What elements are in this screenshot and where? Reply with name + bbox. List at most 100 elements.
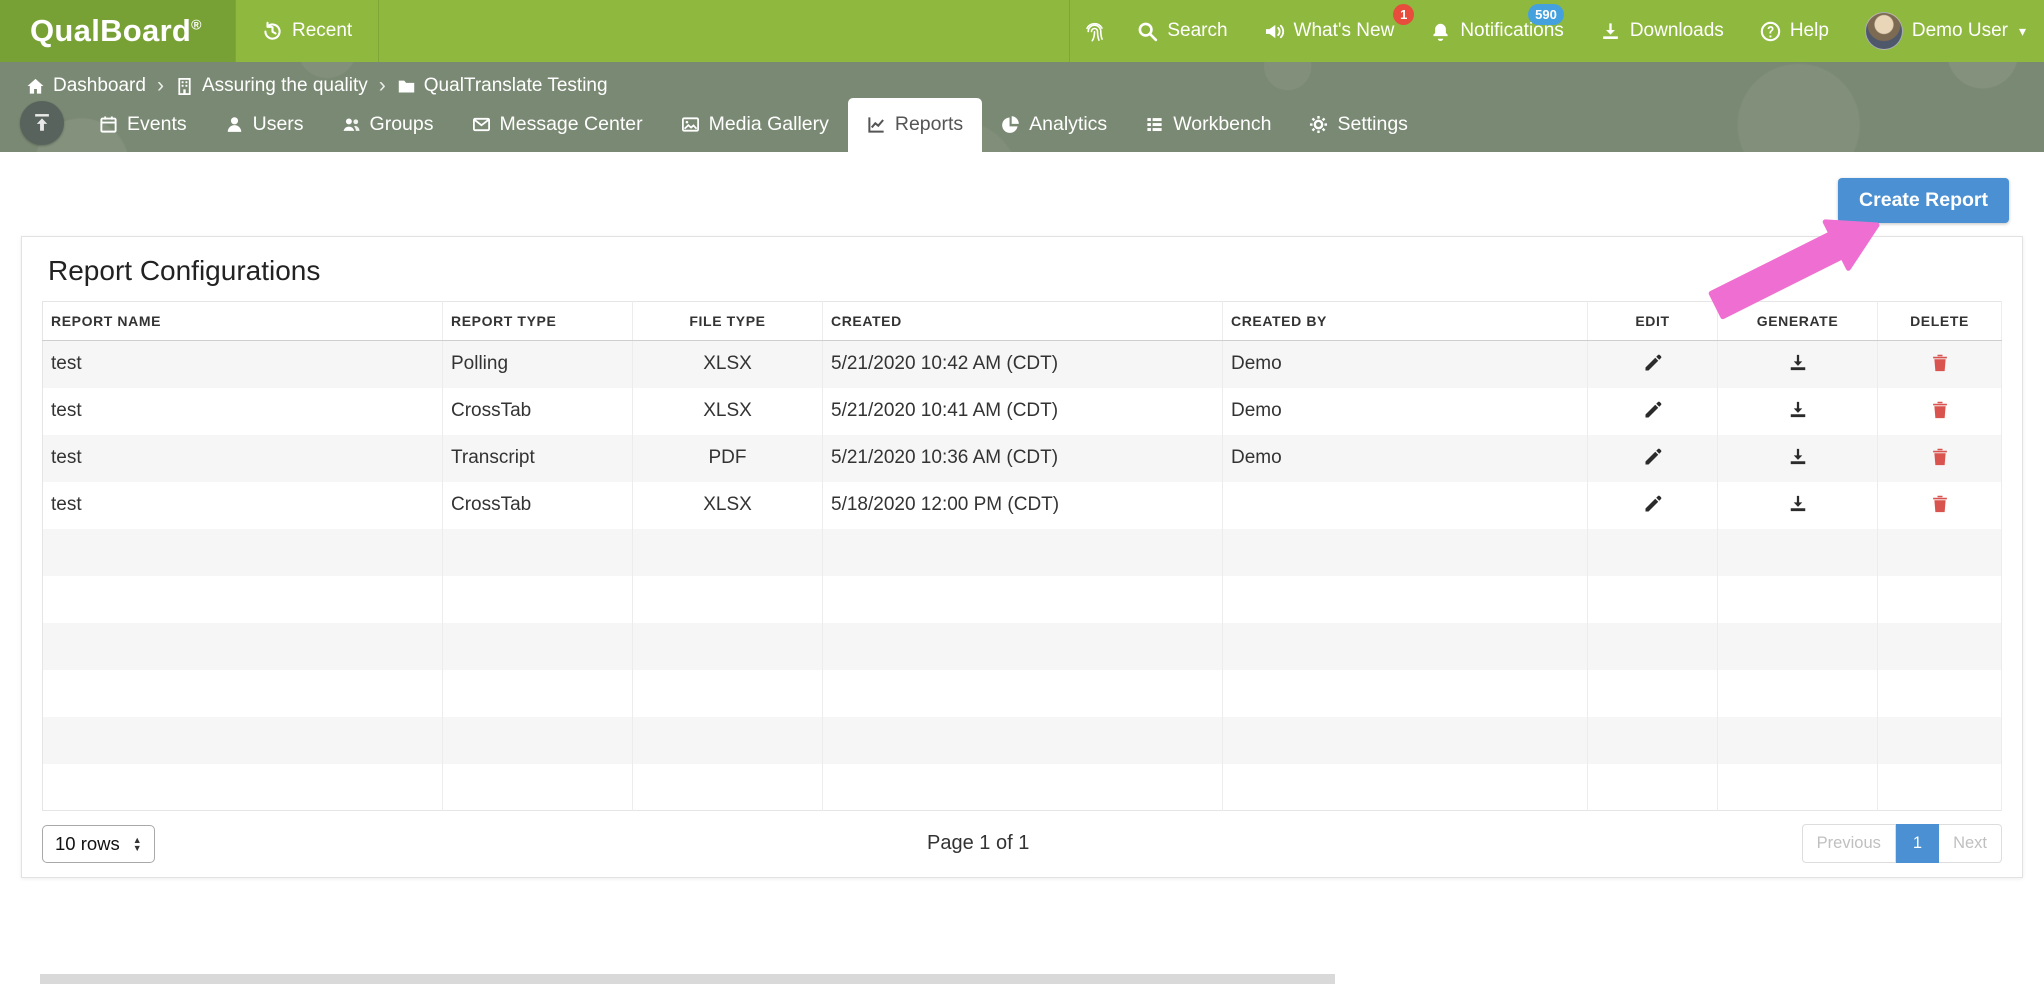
page-1-button[interactable]: 1: [1895, 824, 1940, 863]
download-icon: [1600, 21, 1621, 42]
edit-button[interactable]: [1637, 396, 1669, 424]
delete-button[interactable]: [1924, 490, 1956, 518]
breadcrumb-separator: ›: [156, 74, 164, 97]
tab-label: Media Gallery: [708, 113, 829, 135]
top-navigation-bar: QualBoard® Recent Search What's New 1 No…: [0, 0, 2044, 62]
col-report-type: REPORT TYPE: [442, 301, 633, 341]
breadcrumb-dashboard[interactable]: Dashboard: [26, 75, 146, 97]
whats-new-label: What's New: [1293, 20, 1395, 41]
qualboard-logo[interactable]: QualBoard®: [0, 0, 235, 62]
cell-report-type: Transcript: [442, 434, 633, 482]
tab-label: Settings: [1337, 113, 1408, 135]
main-content: Create Report Report Configurations REPO…: [0, 152, 2044, 984]
tab-message-center[interactable]: Message Center: [453, 98, 662, 152]
tab-events[interactable]: Events: [80, 98, 206, 152]
up-level-button[interactable]: [20, 101, 64, 145]
empty-table-row: [42, 528, 2002, 576]
edit-button[interactable]: [1637, 349, 1669, 377]
avatar: [1864, 12, 1903, 50]
question-circle-icon: [1760, 21, 1781, 42]
list-icon: [1145, 115, 1164, 134]
tab-reports[interactable]: Reports: [847, 98, 983, 152]
cell-created-by: [1222, 481, 1588, 529]
search-label: Search: [1167, 20, 1228, 41]
fingerprint-icon: [1084, 21, 1105, 42]
breadcrumb-separator: ›: [378, 74, 386, 97]
logo-text: QualBoard®: [30, 13, 202, 49]
cell-report-type: CrossTab: [442, 481, 633, 529]
help-label: Help: [1789, 20, 1829, 41]
history-icon: [262, 21, 283, 42]
fingerprint-button[interactable]: [1069, 0, 1119, 62]
cell-created: 5/18/2020 12:00 PM (CDT): [822, 481, 1223, 529]
breadcrumb-label: Dashboard: [53, 75, 146, 96]
whats-new-badge: 1: [1393, 4, 1415, 25]
downloads-button[interactable]: Downloads: [1582, 0, 1742, 62]
generate-download-button[interactable]: [1782, 396, 1814, 424]
create-report-button[interactable]: Create Report: [1838, 178, 2009, 223]
home-icon: [26, 77, 45, 96]
tab-workbench[interactable]: Workbench: [1126, 98, 1290, 152]
col-created-by: CREATED BY: [1222, 301, 1588, 341]
empty-table-row: [42, 622, 2002, 670]
tab-settings[interactable]: Settings: [1290, 98, 1426, 152]
cell-report-name: test: [42, 434, 443, 482]
table-row: test Transcript PDF 5/21/2020 10:36 AM (…: [42, 434, 2002, 482]
downloads-label: Downloads: [1629, 20, 1724, 41]
subheader: Dashboard › Assuring the quality › QualT…: [0, 62, 2044, 152]
generate-download-button[interactable]: [1782, 490, 1814, 518]
tab-media-gallery[interactable]: Media Gallery: [662, 98, 848, 152]
recent-label: Recent: [292, 20, 353, 41]
tab-analytics[interactable]: Analytics: [982, 98, 1126, 152]
building-icon: [175, 77, 194, 96]
recent-button[interactable]: Recent: [235, 0, 380, 62]
col-generate: GENERATE: [1717, 301, 1878, 341]
tab-label: Reports: [894, 113, 964, 135]
report-table: REPORT NAME REPORT TYPE FILE TYPE CREATE…: [42, 301, 2002, 811]
previous-page-button[interactable]: Previous: [1801, 824, 1896, 863]
chevron-down-icon: ▾: [2018, 22, 2026, 39]
whats-new-button[interactable]: What's New 1: [1246, 0, 1415, 62]
cell-file-type: XLSX: [632, 340, 823, 388]
envelope-icon: [472, 115, 491, 134]
generate-download-button[interactable]: [1782, 443, 1814, 471]
col-created: CREATED: [822, 301, 1223, 341]
pie-chart-icon: [1001, 115, 1020, 134]
calendar-icon: [99, 115, 118, 134]
user-menu[interactable]: Demo User ▾: [1847, 0, 2044, 62]
edit-button[interactable]: [1637, 443, 1669, 471]
tab-groups[interactable]: Groups: [323, 98, 453, 152]
delete-button[interactable]: [1924, 349, 1956, 377]
tab-users[interactable]: Users: [206, 98, 323, 152]
notifications-button[interactable]: Notifications 590: [1412, 0, 1582, 62]
next-page-button[interactable]: Next: [1939, 824, 2002, 863]
table-row: test CrossTab XLSX 5/18/2020 12:00 PM (C…: [42, 481, 2002, 529]
help-button[interactable]: Help: [1742, 0, 1847, 62]
cell-report-name: test: [42, 481, 443, 529]
cell-created-by: Demo: [1222, 434, 1588, 482]
breadcrumb-current[interactable]: QualTranslate Testing: [397, 75, 608, 97]
select-stepper-icon: ▲ ▼: [132, 834, 142, 853]
notifications-badge: 590: [1528, 4, 1564, 25]
col-edit: EDIT: [1587, 301, 1718, 341]
megaphone-icon: [1264, 21, 1285, 42]
user-name: Demo User: [1911, 20, 2008, 41]
tab-label: Users: [252, 113, 304, 135]
empty-table-row: [42, 716, 2002, 764]
delete-button[interactable]: [1924, 443, 1956, 471]
search-button[interactable]: Search: [1119, 0, 1245, 62]
page-info: Page 1 of 1: [927, 832, 1030, 854]
cell-created-by: Demo: [1222, 340, 1588, 388]
breadcrumb-project[interactable]: Assuring the quality: [175, 75, 368, 97]
bell-icon: [1430, 21, 1451, 42]
col-report-name: REPORT NAME: [42, 301, 443, 341]
edit-button[interactable]: [1637, 490, 1669, 518]
generate-download-button[interactable]: [1782, 349, 1814, 377]
cell-report-type: Polling: [442, 340, 633, 388]
pagination: Previous 1 Next: [1801, 824, 2002, 863]
footer-strip: [40, 974, 1335, 984]
empty-table-row: [42, 575, 2002, 623]
delete-button[interactable]: [1924, 396, 1956, 424]
rows-per-page-select[interactable]: 10 rows ▲ ▼: [42, 824, 155, 863]
